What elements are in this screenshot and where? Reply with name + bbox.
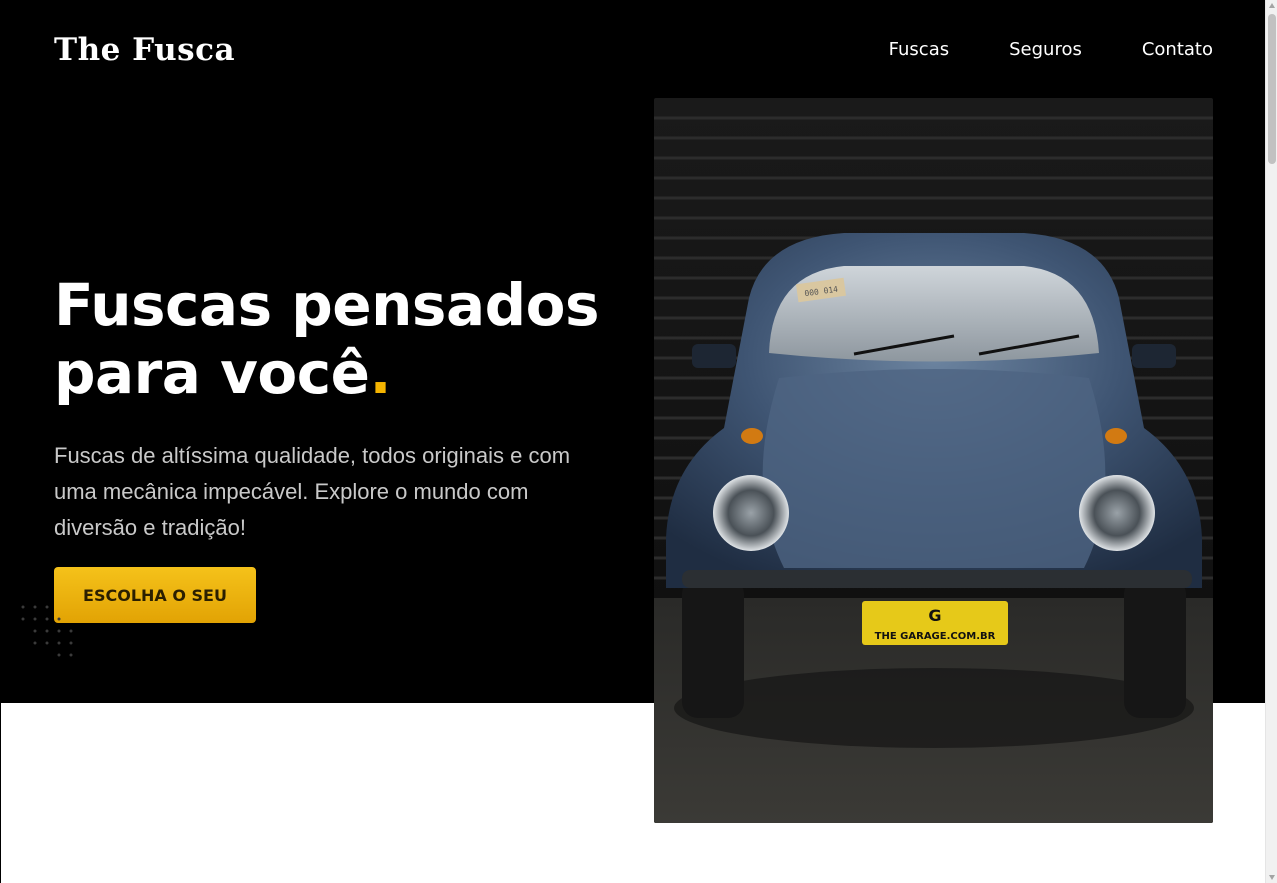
- nav-item-contato[interactable]: Contato: [1142, 39, 1213, 60]
- hero-description: Fuscas de altíssima qualidade, todos ori…: [54, 443, 571, 540]
- choose-yours-button[interactable]: ESCOLHA O SEU: [54, 567, 256, 623]
- headline-line-1: Fuscas pensados: [54, 271, 599, 339]
- nav-item-fuscas[interactable]: Fuscas: [889, 39, 949, 60]
- car-photo-icon: G THE GARAGE.COM.BR 000 014: [654, 98, 1213, 823]
- plate-logo: G: [928, 606, 941, 625]
- nav-item-seguros[interactable]: Seguros: [1009, 39, 1082, 60]
- page: The Fusca Fuscas Seguros Contato Fuscas …: [0, 0, 1266, 883]
- scrollbar-thumb[interactable]: [1268, 14, 1276, 164]
- main-nav: Fuscas Seguros Contato: [889, 39, 1213, 60]
- headline-line-2: para você: [54, 339, 370, 407]
- scroll-up-icon[interactable]: [1269, 3, 1275, 8]
- hero-headline: Fuscas pensados para você.: [54, 271, 634, 407]
- vertical-scrollbar[interactable]: [1265, 0, 1277, 883]
- dot-pattern-icon: [21, 605, 73, 657]
- site-logo[interactable]: The Fusca: [54, 32, 235, 68]
- scroll-down-icon[interactable]: [1269, 875, 1275, 880]
- headline-accent-dot: .: [369, 339, 392, 407]
- plate-text: THE GARAGE.COM.BR: [875, 631, 996, 642]
- hero-car-photo: G THE GARAGE.COM.BR 000 014: [654, 98, 1213, 823]
